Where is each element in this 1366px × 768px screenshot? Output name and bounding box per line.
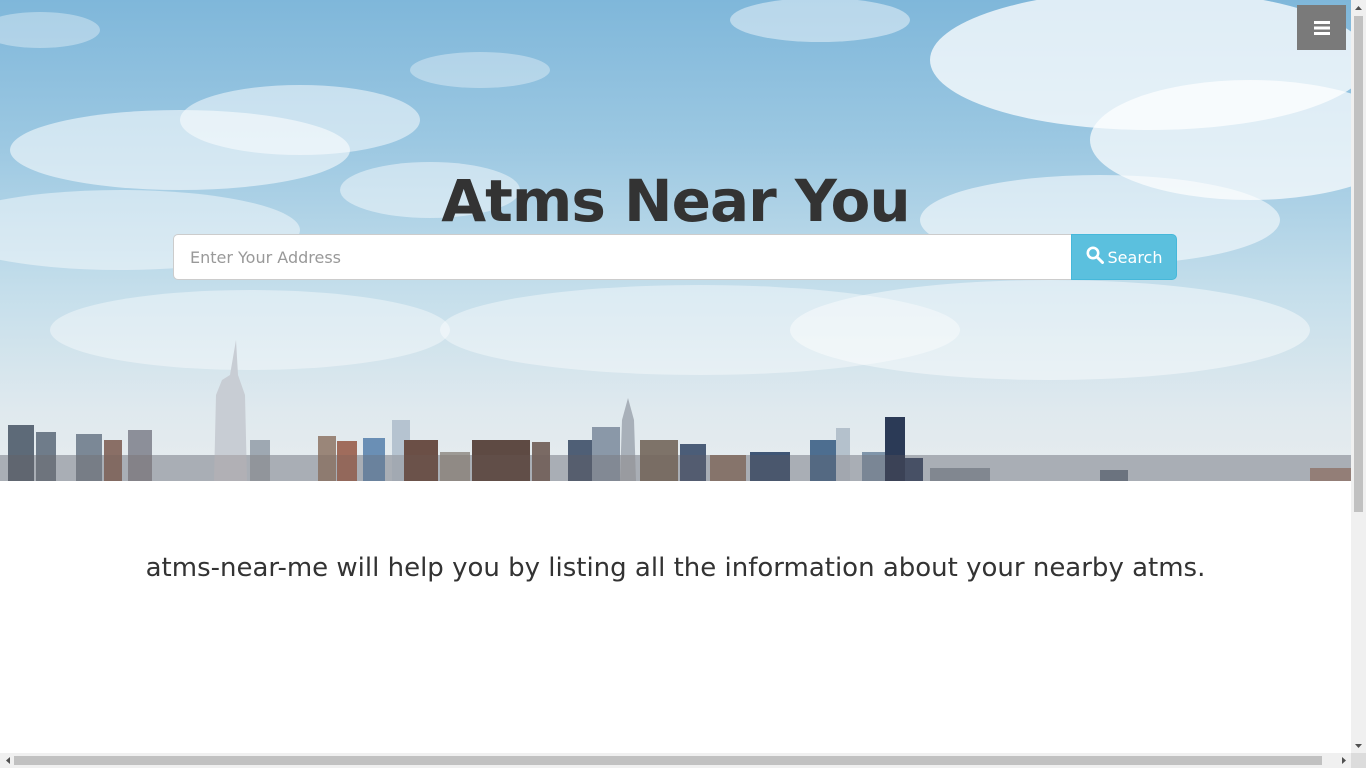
tagline: atms-near-me will help you by listing al… [145,553,1206,583]
address-search-input[interactable] [173,234,1071,280]
search-button[interactable]: Search [1071,234,1177,280]
horizontal-scroll-thumb[interactable] [14,756,1322,765]
scrollbar-corner [1351,753,1366,768]
search-icon [1086,246,1104,268]
horizontal-scrollbar[interactable] [0,753,1351,768]
page: Atms Near You Search atms-near-me will h… [0,0,1351,753]
menu-toggle-button[interactable] [1297,5,1346,50]
search-button-label: Search [1107,247,1163,267]
address-search-form: Search [173,234,1177,280]
vertical-scrollbar[interactable] [1351,0,1366,753]
page-title: Atms Near You [441,167,910,235]
hamburger-menu-icon [1313,20,1330,35]
hero-banner: Atms Near You Search [0,0,1351,481]
scroll-down-arrow-icon[interactable] [1351,738,1366,753]
scroll-left-arrow-icon[interactable] [0,753,15,768]
vertical-scroll-thumb[interactable] [1354,16,1363,512]
scroll-right-arrow-icon[interactable] [1336,753,1351,768]
scroll-up-arrow-icon[interactable] [1351,0,1366,15]
